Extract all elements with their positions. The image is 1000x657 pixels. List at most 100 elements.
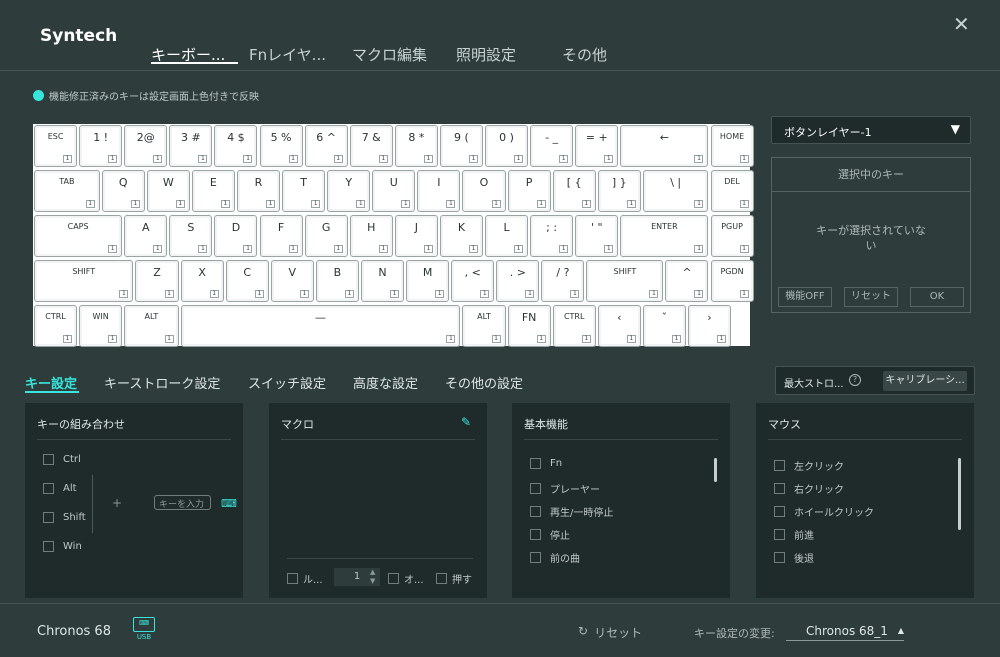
key-input-field[interactable]: キーを入力 xyxy=(154,495,211,510)
key[interactable]: E1 xyxy=(191,170,235,212)
checkbox[interactable] xyxy=(530,529,541,540)
key[interactable]: \ | 1 xyxy=(642,170,709,212)
basic-item[interactable]: 再生/一時停止 xyxy=(530,504,613,519)
key[interactable]: = + 1 xyxy=(575,125,619,167)
macro-press-option[interactable]: 押す xyxy=(436,571,472,586)
key[interactable]: SHIFT 1 xyxy=(586,260,664,302)
key[interactable]: 2@ 1 xyxy=(124,125,168,167)
key[interactable]: CTRL 1 xyxy=(34,305,78,347)
key[interactable]: SHIFT 1 xyxy=(34,260,134,302)
key[interactable]: DEL 1 xyxy=(710,170,754,212)
stepper-arrows-icon[interactable]: ▲ ▼ xyxy=(370,568,375,586)
key[interactable]: ] } 1 xyxy=(597,170,641,212)
checkbox[interactable] xyxy=(774,483,785,494)
checkbox[interactable] xyxy=(530,458,541,469)
key[interactable]: ← 1 xyxy=(620,125,709,167)
key[interactable]: , < 1 xyxy=(451,260,495,302)
checkbox[interactable] xyxy=(530,483,541,494)
layer-select[interactable]: ボタンレイヤー-1 ▼ xyxy=(771,116,971,144)
basic-item[interactable]: プレーヤー xyxy=(530,481,600,496)
key[interactable]: 6 ^ 1 xyxy=(304,125,348,167)
key[interactable]: D1 xyxy=(214,215,258,257)
macro-other-option[interactable]: オ... xyxy=(388,571,424,586)
key[interactable]: ‹ 1 xyxy=(597,305,641,347)
key[interactable]: —1 xyxy=(180,305,461,347)
key[interactable]: CTRL 1 xyxy=(552,305,596,347)
key[interactable]: 8 * 1 xyxy=(394,125,438,167)
modifier-alt[interactable]: Alt xyxy=(43,483,77,494)
reset-key-button[interactable]: リセット xyxy=(844,287,898,307)
key[interactable]: F1 xyxy=(259,215,303,257)
mouse-item[interactable]: 右クリック xyxy=(774,481,844,496)
key[interactable]: › 1 xyxy=(687,305,732,347)
key[interactable]: W1 xyxy=(146,170,190,212)
key[interactable]: [ {1 xyxy=(552,170,596,212)
key[interactable]: 9 (1 xyxy=(439,125,483,167)
key[interactable]: 3 # 1 xyxy=(169,125,213,167)
key[interactable]: CAPS 1 xyxy=(34,215,123,257)
checkbox[interactable] xyxy=(43,454,54,465)
basic-scrollbar[interactable] xyxy=(714,458,717,482)
key[interactable]: ; : 1 xyxy=(530,215,574,257)
key[interactable]: 0 ) 1 xyxy=(485,125,529,167)
key[interactable]: PGUP 1 xyxy=(710,215,754,257)
key[interactable]: O1 xyxy=(462,170,506,212)
key[interactable]: ˇ1 xyxy=(642,305,686,347)
modifier-ctrl[interactable]: Ctrl xyxy=(43,454,81,465)
key[interactable]: S1 xyxy=(169,215,213,257)
key[interactable]: L1 xyxy=(485,215,529,257)
subtab-keystroke[interactable]: キーストローク設定 xyxy=(104,373,220,392)
key[interactable]: A1 xyxy=(124,215,168,257)
function-off-button[interactable]: 機能OFF xyxy=(778,287,832,307)
profile-select[interactable]: Chronos 68_1 ▲ xyxy=(786,624,904,641)
mouse-item[interactable]: ホイールクリック xyxy=(774,504,874,519)
modifier-shift[interactable]: Shift xyxy=(43,512,86,523)
key[interactable]: K1 xyxy=(439,215,483,257)
basic-item[interactable]: 停止 xyxy=(530,527,570,542)
key[interactable]: 1 ! 1 xyxy=(79,125,123,167)
key[interactable]: V1 xyxy=(270,260,314,302)
tab-fn-layer[interactable]: Fnレイヤ... xyxy=(249,44,326,65)
key[interactable]: ENTER 1 xyxy=(620,215,709,257)
tab-other[interactable]: その他 xyxy=(562,44,607,65)
key[interactable]: FN 1 xyxy=(507,305,551,347)
key[interactable]: C1 xyxy=(225,260,269,302)
checkbox[interactable] xyxy=(43,483,54,494)
mouse-item[interactable]: 前進 xyxy=(774,527,814,542)
key[interactable]: R1 xyxy=(236,170,281,212)
key[interactable]: B1 xyxy=(315,260,359,302)
key[interactable]: ALT 1 xyxy=(124,305,179,347)
ok-button[interactable]: OK xyxy=(910,287,964,307)
key[interactable]: 4 $ 1 xyxy=(214,125,258,167)
modifier-win[interactable]: Win xyxy=(43,541,82,552)
key[interactable]: I1 xyxy=(417,170,461,212)
subtab-switch[interactable]: スイッチ設定 xyxy=(248,373,326,392)
key[interactable]: ' " 1 xyxy=(575,215,619,257)
subtab-advanced[interactable]: 高度な設定 xyxy=(353,373,418,392)
close-icon[interactable]: ✕ xyxy=(953,12,970,36)
checkbox[interactable] xyxy=(530,506,541,517)
key[interactable]: P1 xyxy=(507,170,551,212)
key[interactable]: X1 xyxy=(180,260,224,302)
key[interactable]: . > 1 xyxy=(496,260,540,302)
checkbox[interactable] xyxy=(774,552,785,563)
subtab-key-settings[interactable]: キー設定 xyxy=(25,373,77,392)
key[interactable]: J1 xyxy=(394,215,438,257)
key[interactable]: ^ 1 xyxy=(665,260,709,302)
key[interactable]: TAB 1 xyxy=(34,170,100,212)
checkbox[interactable] xyxy=(774,460,785,471)
macro-loop-option[interactable]: ル... xyxy=(287,571,323,586)
keyboard-icon[interactable]: ⌨ xyxy=(221,497,237,510)
basic-item[interactable]: Fn xyxy=(530,458,562,469)
mouse-item[interactable]: 後退 xyxy=(774,550,814,565)
key[interactable]: Y1 xyxy=(327,170,371,212)
reset-all-button[interactable]: ↻ リセット xyxy=(578,624,642,641)
key[interactable]: U1 xyxy=(372,170,416,212)
key[interactable]: - _ 1 xyxy=(530,125,574,167)
key[interactable]: 7 & 1 xyxy=(349,125,393,167)
basic-item[interactable]: 前の曲 xyxy=(530,550,580,565)
key[interactable]: H1 xyxy=(349,215,393,257)
checkbox[interactable] xyxy=(43,541,54,552)
help-icon[interactable]: ? xyxy=(849,374,861,386)
checkbox[interactable] xyxy=(530,552,541,563)
